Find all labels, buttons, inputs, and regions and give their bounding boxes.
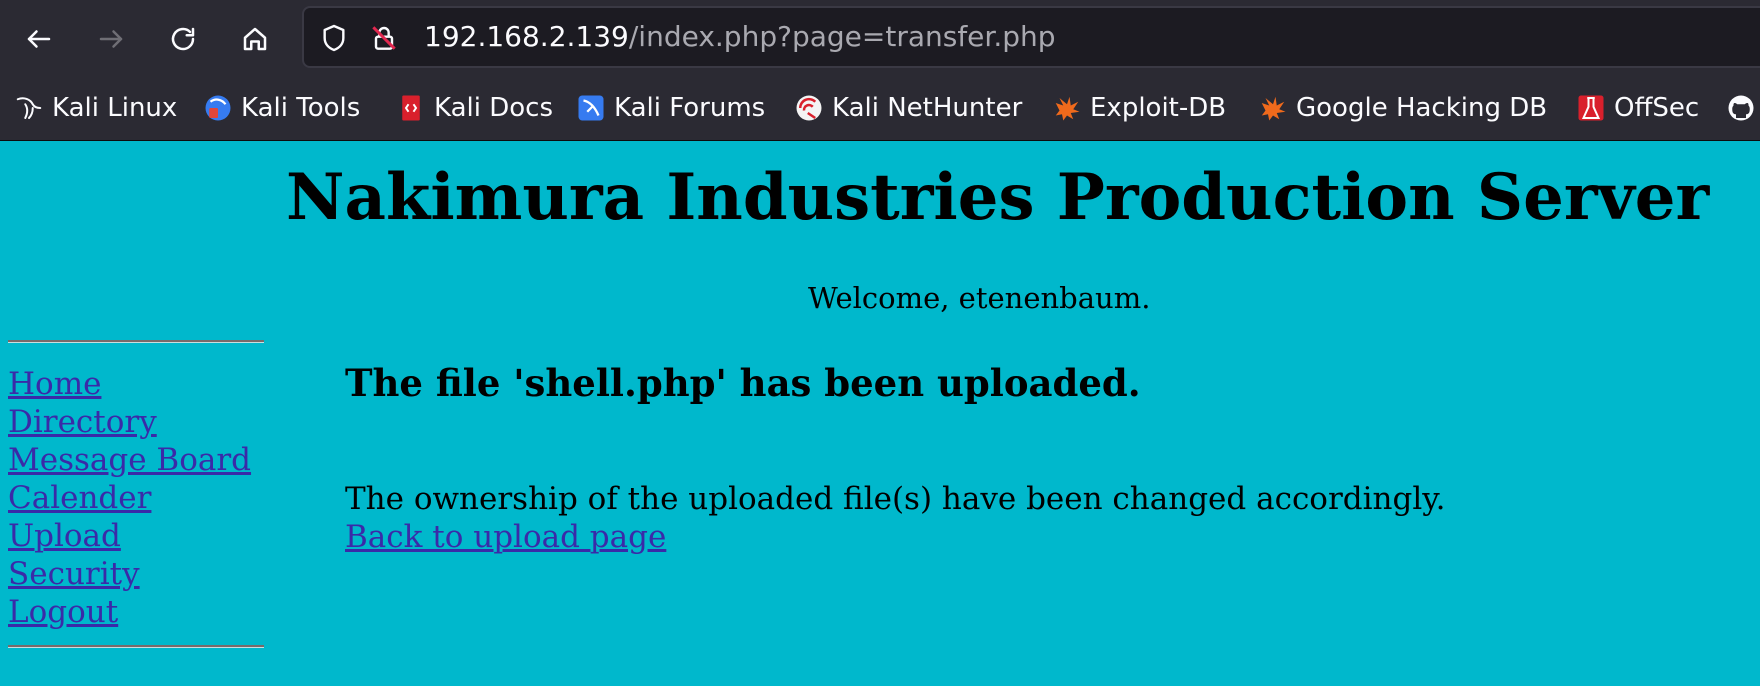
nav-list: Home Directory Message Board Calender Up… <box>8 365 264 631</box>
kali-nethunter-icon <box>796 95 822 121</box>
nav-item-directory: Directory <box>8 403 264 441</box>
bookmark-kali-docs[interactable]: Kali Docs <box>396 86 553 130</box>
url-text[interactable]: 192.168.2.139/index.php?page=transfer.ph… <box>424 20 1056 54</box>
reload-icon <box>171 27 195 51</box>
nav-link-calender[interactable]: Calender <box>8 480 151 516</box>
arrow-right-icon <box>99 30 123 48</box>
nav-link-upload[interactable]: Upload <box>8 518 121 554</box>
ghdb-icon <box>1261 96 1286 121</box>
bookmark-label: Exploit-DB <box>1090 93 1227 123</box>
sidebar-nav: Home Directory Message Board Calender Up… <box>8 340 264 648</box>
kali-dragon-icon <box>16 97 42 119</box>
bookmark-offsec[interactable]: OffSec <box>1576 86 1699 130</box>
insecure-lock-icon[interactable] <box>368 22 400 54</box>
bookmark-label: Kali NetHunter <box>832 93 1023 123</box>
home-button[interactable] <box>232 16 278 62</box>
bookmark-github[interactable] <box>1726 86 1760 130</box>
browser-chrome: 192.168.2.139/index.php?page=transfer.ph… <box>0 0 1760 141</box>
github-icon <box>1728 95 1754 121</box>
url-path: /index.php?page=transfer.php <box>628 20 1056 53</box>
kali-docs-icon <box>402 95 420 121</box>
home-icon <box>243 27 267 51</box>
bookmark-label: OffSec <box>1614 93 1700 123</box>
bookmark-kali-forums[interactable]: Kali Forums <box>576 86 765 130</box>
kali-forums-icon <box>578 95 604 121</box>
url-host: 192.168.2.139 <box>424 20 629 53</box>
shield-icon[interactable] <box>318 22 350 54</box>
nav-item-message-board: Message Board <box>8 441 264 479</box>
bookmark-kali-tools[interactable]: Kali Tools <box>203 86 360 130</box>
bookmark-label: Kali Docs <box>434 93 554 123</box>
exploit-db-icon <box>1055 96 1080 121</box>
nav-item-home: Home <box>8 365 264 403</box>
bookmark-label: Kali Forums <box>614 93 766 123</box>
nav-link-directory[interactable]: Directory <box>8 404 157 440</box>
ownership-message: The ownership of the uploaded file(s) ha… <box>345 481 1446 517</box>
sidebar-top-divider <box>8 340 264 343</box>
page-title: Nakimura Industries Production Server <box>286 160 1710 235</box>
nav-link-security[interactable]: Security <box>8 556 140 592</box>
nav-item-logout: Logout <box>8 593 264 631</box>
nav-item-calender: Calender <box>8 479 264 517</box>
back-to-upload-link[interactable]: Back to upload page <box>345 519 666 555</box>
bookmark-kali-nethunter[interactable]: Kali NetHunter <box>794 86 1022 130</box>
offsec-icon <box>1578 95 1604 121</box>
bookmark-exploit-db[interactable]: Exploit-DB <box>1052 86 1226 130</box>
back-button[interactable] <box>16 16 62 62</box>
address-bar[interactable]: 192.168.2.139/index.php?page=transfer.ph… <box>302 6 1760 68</box>
nav-item-upload: Upload <box>8 517 264 555</box>
forward-button[interactable] <box>88 16 134 62</box>
welcome-text: Welcome, etenenbaum. <box>808 281 1151 315</box>
reload-button[interactable] <box>160 16 206 62</box>
nav-link-message-board[interactable]: Message Board <box>8 442 251 478</box>
bookmarks-toolbar: Kali Linux Kali Tools Kali Docs Kali For… <box>0 86 1760 130</box>
nav-link-home[interactable]: Home <box>8 366 101 402</box>
bookmark-google-hacking-db[interactable]: Google Hacking DB <box>1258 86 1547 130</box>
bookmark-label: Google Hacking DB <box>1296 93 1548 123</box>
sidebar-bottom-divider <box>8 645 264 648</box>
bookmark-kali-linux[interactable]: Kali Linux <box>14 86 177 130</box>
upload-status-heading: The file 'shell.php' has been uploaded. <box>345 361 1141 405</box>
bookmark-label: Kali Tools <box>241 93 361 123</box>
nav-item-security: Security <box>8 555 264 593</box>
kali-tools-icon <box>205 95 231 121</box>
arrow-left-icon <box>27 30 51 48</box>
bookmark-label: Kali Linux <box>52 93 178 123</box>
nav-link-logout[interactable]: Logout <box>8 594 118 630</box>
